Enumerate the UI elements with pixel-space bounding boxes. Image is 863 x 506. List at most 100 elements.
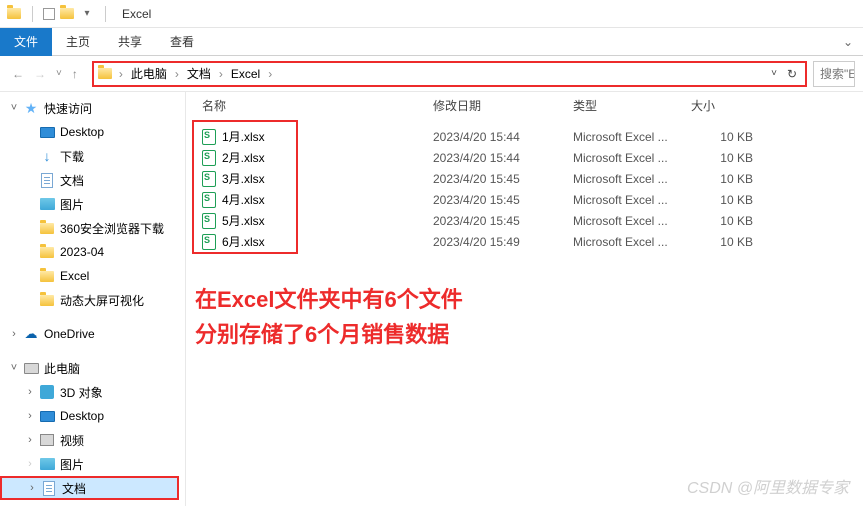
breadcrumb: › 此电脑 › 文档 › Excel › [116, 65, 275, 82]
tab-view[interactable]: 查看 [156, 28, 208, 56]
breadcrumb-sep[interactable]: › [265, 67, 275, 81]
sidebar-label: Desktop [58, 125, 104, 139]
forward-button[interactable]: → [34, 67, 46, 81]
folder-icon [98, 68, 112, 79]
file-type: Microsoft Excel ... [573, 193, 691, 207]
picture-icon [38, 195, 56, 213]
new-folder-icon[interactable] [59, 6, 75, 22]
breadcrumb-item[interactable]: 文档 [184, 65, 214, 82]
folder-icon [38, 267, 56, 285]
nav-arrows: ← → ˅ ↑ [4, 67, 86, 81]
sidebar-folder-360[interactable]: 360安全浏览器下载 [0, 216, 185, 240]
annotation-line: 分别存储了6个月销售数据 [195, 317, 463, 352]
breadcrumb-item[interactable]: 此电脑 [128, 65, 170, 82]
sidebar-label: 动态大屏可视化 [58, 292, 144, 309]
column-headers: 名称 修改日期 类型 大小 [186, 92, 863, 120]
excel-icon [202, 213, 216, 229]
file-size: 10 KB [691, 235, 771, 249]
col-type[interactable]: 类型 [573, 97, 691, 114]
document-icon [38, 171, 56, 189]
sidebar-3d-objects[interactable]: › 3D 对象 [0, 380, 185, 404]
desktop-icon [38, 407, 56, 425]
folder-icon[interactable] [6, 6, 22, 22]
folder-icon [38, 243, 56, 261]
folder-icon [38, 219, 56, 237]
sidebar-label: 3D 对象 [58, 384, 103, 401]
back-button[interactable]: ← [12, 67, 24, 81]
sidebar-documents[interactable]: 文档 [0, 168, 185, 192]
annotation-line: 在Excel文件夹中有6个文件 [195, 282, 463, 317]
sidebar-onedrive[interactable]: › ☁ OneDrive [0, 322, 185, 346]
excel-icon [202, 192, 216, 208]
breadcrumb-sep[interactable]: › [116, 67, 126, 81]
collapse-icon[interactable]: ˅ [8, 362, 20, 374]
file-size: 10 KB [691, 193, 771, 207]
file-date: 2023/4/20 15:44 [433, 130, 573, 144]
sidebar-folder-date[interactable]: 2023-04 [0, 240, 185, 264]
excel-icon [202, 171, 216, 187]
sidebar-pc-documents[interactable]: › 文档 [0, 476, 179, 500]
sidebar-label: 360安全浏览器下载 [58, 220, 164, 237]
collapse-icon[interactable]: ˅ [8, 102, 20, 114]
properties-icon[interactable] [43, 8, 55, 20]
file-type: Microsoft Excel ... [573, 130, 691, 144]
sidebar-quick-access[interactable]: ˅ ★ 快速访问 [0, 96, 185, 120]
col-date[interactable]: 修改日期 [433, 97, 573, 114]
expand-icon[interactable]: › [24, 458, 36, 470]
expand-icon[interactable]: › [24, 386, 36, 398]
sidebar-label: OneDrive [42, 327, 95, 341]
sidebar-label: 图片 [58, 456, 84, 473]
recent-dropdown[interactable]: ˅ [56, 68, 62, 79]
tab-home[interactable]: 主页 [52, 28, 104, 56]
expand-icon[interactable]: › [24, 434, 36, 446]
cloud-icon: ☁ [22, 325, 40, 343]
dropdown-icon[interactable]: ˅ [771, 68, 777, 79]
download-icon: ↓ [38, 147, 56, 165]
sidebar-desktop[interactable]: Desktop [0, 120, 185, 144]
file-type: Microsoft Excel ... [573, 235, 691, 249]
search-placeholder: 搜索"E [820, 65, 855, 82]
col-size[interactable]: 大小 [691, 97, 771, 114]
col-name[interactable]: 名称 [186, 97, 433, 114]
file-type: Microsoft Excel ... [573, 151, 691, 165]
video-icon [38, 431, 56, 449]
breadcrumb-sep[interactable]: › [216, 67, 226, 81]
sidebar-label: 2023-04 [58, 245, 104, 259]
file-type: Microsoft Excel ... [573, 214, 691, 228]
sidebar-pictures[interactable]: 图片 [0, 192, 185, 216]
up-button[interactable]: ↑ [72, 67, 78, 81]
divider [32, 6, 33, 22]
sidebar-label: 下载 [58, 148, 84, 165]
navigation-pane: ˅ ★ 快速访问 Desktop ↓ 下载 文档 图片 360安全浏览器下载 [0, 92, 186, 506]
expand-icon[interactable]: › [8, 328, 20, 340]
file-date: 2023/4/20 15:49 [433, 235, 573, 249]
address-bar[interactable]: › 此电脑 › 文档 › Excel › ˅ ↻ [92, 61, 807, 87]
file-size: 10 KB [691, 172, 771, 186]
dropdown-icon[interactable]: ▾ [79, 6, 95, 22]
breadcrumb-sep[interactable]: › [172, 67, 182, 81]
sidebar-label: 视频 [58, 432, 84, 449]
sidebar-this-pc[interactable]: ˅ 此电脑 [0, 356, 185, 380]
expand-icon[interactable]: › [26, 482, 38, 494]
file-date: 2023/4/20 15:45 [433, 214, 573, 228]
search-input[interactable]: 搜索"E [813, 61, 855, 87]
sidebar-videos[interactable]: › 视频 [0, 428, 185, 452]
expand-icon[interactable]: › [24, 410, 36, 422]
divider [105, 6, 106, 22]
sidebar-label: 快速访问 [42, 100, 92, 117]
refresh-icon[interactable]: ↻ [787, 67, 797, 81]
ribbon-expand-icon[interactable]: ⌄ [843, 35, 853, 49]
tab-share[interactable]: 共享 [104, 28, 156, 56]
sidebar-label: 此电脑 [42, 360, 80, 377]
sidebar-folder-excel[interactable]: Excel [0, 264, 185, 288]
address-bar-row: ← → ˅ ↑ › 此电脑 › 文档 › Excel › ˅ ↻ 搜索"E [0, 56, 863, 92]
annotation-text: 在Excel文件夹中有6个文件 分别存储了6个月销售数据 [195, 282, 463, 352]
document-icon [40, 479, 58, 497]
sidebar-pc-pictures[interactable]: › 图片 [0, 452, 185, 476]
tab-file[interactable]: 文件 [0, 28, 52, 56]
sidebar-downloads[interactable]: ↓ 下载 [0, 144, 185, 168]
sidebar-label: Desktop [58, 409, 104, 423]
breadcrumb-item[interactable]: Excel [228, 67, 263, 81]
sidebar-pc-desktop[interactable]: › Desktop [0, 404, 185, 428]
sidebar-folder-viz[interactable]: 动态大屏可视化 [0, 288, 185, 312]
